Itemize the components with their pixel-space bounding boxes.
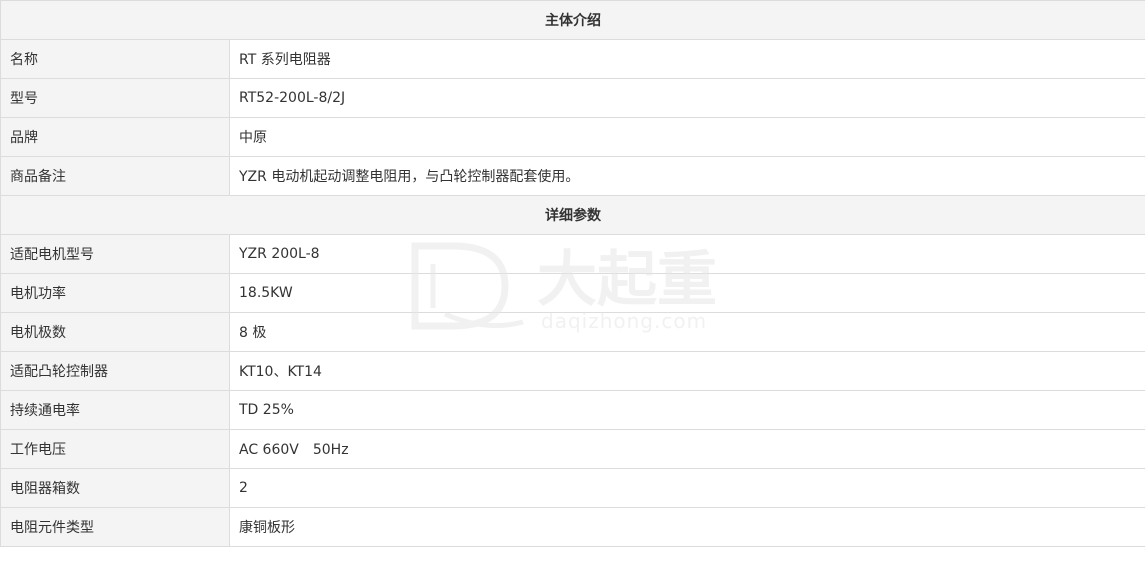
table-row: 适配电机型号 YZR 200L-8 <box>0 234 1145 274</box>
table-row: 商品备注 YZR 电动机起动调整电阻用，与凸轮控制器配套使用。 <box>0 156 1145 196</box>
table-row: 电阻元件类型 康铜板形 <box>0 507 1145 547</box>
section-header-row: 主体介绍 <box>0 0 1145 40</box>
row-label: 电阻器箱数 <box>0 468 230 508</box>
row-label: 适配电机型号 <box>0 234 230 274</box>
row-label: 适配凸轮控制器 <box>0 351 230 391</box>
table-row: 名称 RT 系列电阻器 <box>0 39 1145 79</box>
table-row: 工作电压 AC 660V 50Hz <box>0 429 1145 469</box>
row-label: 电机极数 <box>0 312 230 352</box>
row-label: 商品备注 <box>0 156 230 196</box>
table-row: 电机极数 8 极 <box>0 312 1145 352</box>
section-header-row: 详细参数 <box>0 195 1145 235</box>
row-label: 工作电压 <box>0 429 230 469</box>
spec-table: 主体介绍 名称 RT 系列电阻器 型号 RT52-200L-8/2J 品牌 中原… <box>0 0 1145 547</box>
row-value: 康铜板形 <box>229 507 1145 547</box>
table-row: 适配凸轮控制器 KT10、KT14 <box>0 351 1145 391</box>
row-value: 18.5KW <box>229 273 1145 313</box>
row-value: RT52-200L-8/2J <box>229 78 1145 118</box>
table-row: 电阻器箱数 2 <box>0 468 1145 508</box>
section-title-details: 详细参数 <box>0 195 1145 235</box>
table-row: 品牌 中原 <box>0 117 1145 157</box>
section-title-intro: 主体介绍 <box>0 0 1145 40</box>
row-label: 电机功率 <box>0 273 230 313</box>
row-label: 电阻元件类型 <box>0 507 230 547</box>
row-label: 持续通电率 <box>0 390 230 430</box>
row-label: 型号 <box>0 78 230 118</box>
row-value: YZR 电动机起动调整电阻用，与凸轮控制器配套使用。 <box>229 156 1145 196</box>
row-label: 品牌 <box>0 117 230 157</box>
table-row: 型号 RT52-200L-8/2J <box>0 78 1145 118</box>
table-row: 持续通电率 TD 25% <box>0 390 1145 430</box>
row-value: 8 极 <box>229 312 1145 352</box>
row-label: 名称 <box>0 39 230 79</box>
row-value: YZR 200L-8 <box>229 234 1145 274</box>
row-value: 2 <box>229 468 1145 508</box>
row-value: AC 660V 50Hz <box>229 429 1145 469</box>
row-value: TD 25% <box>229 390 1145 430</box>
row-value: RT 系列电阻器 <box>229 39 1145 79</box>
row-value: KT10、KT14 <box>229 351 1145 391</box>
table-row: 电机功率 18.5KW <box>0 273 1145 313</box>
row-value: 中原 <box>229 117 1145 157</box>
